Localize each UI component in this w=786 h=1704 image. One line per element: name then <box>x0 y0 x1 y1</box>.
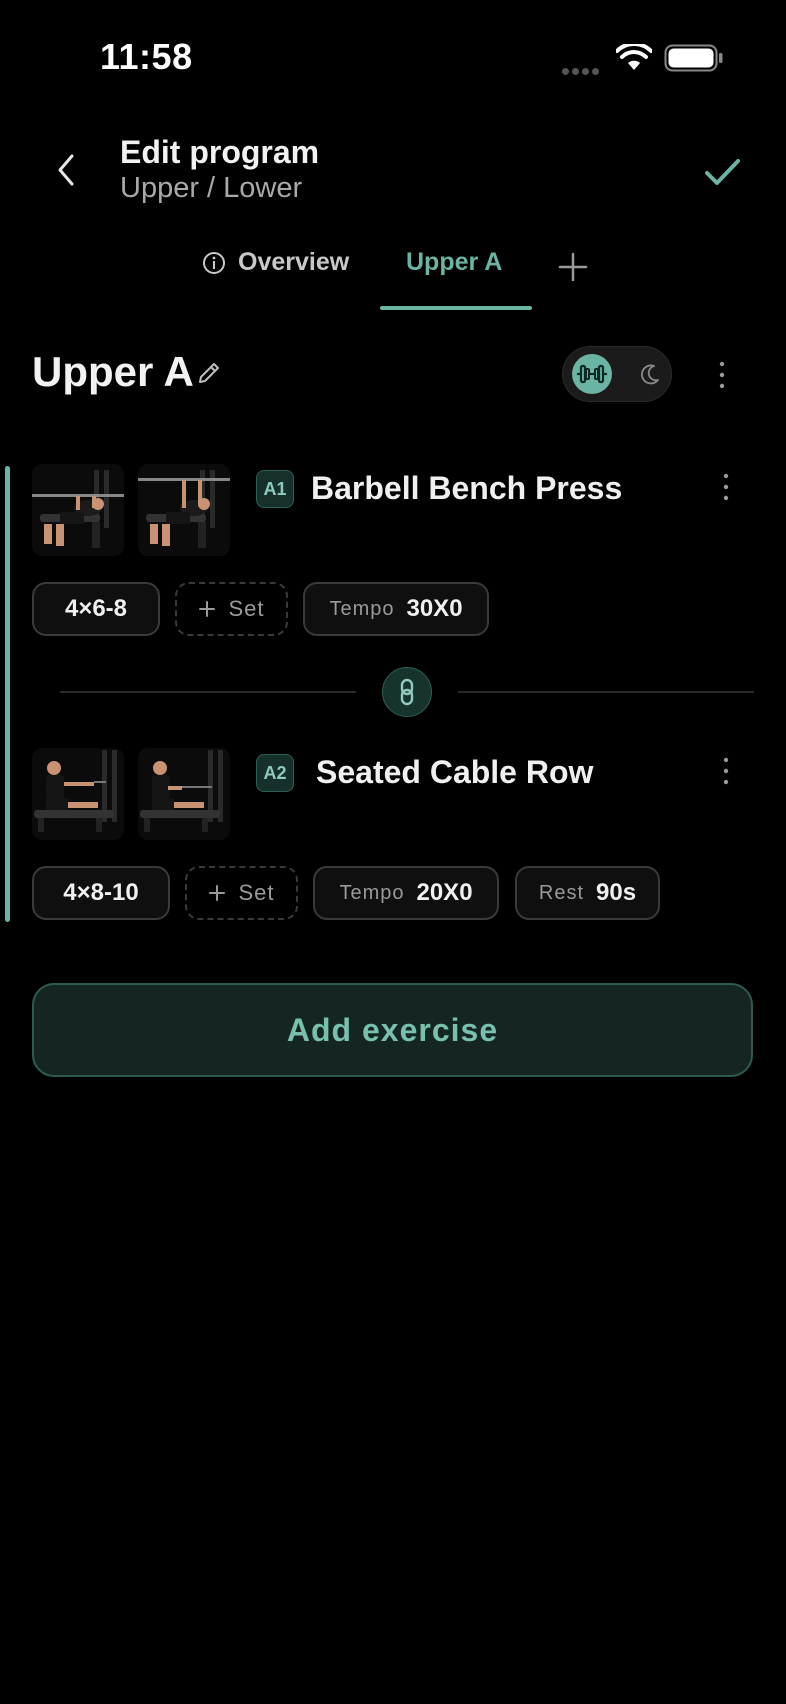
superset-indicator <box>5 466 10 922</box>
plus-icon <box>209 885 226 901</box>
tempo-value: 30X0 <box>406 595 463 622</box>
tempo-label: Tempo <box>329 597 395 620</box>
superset-link-button[interactable] <box>382 667 432 717</box>
plus-icon <box>199 601 216 617</box>
rest-chip[interactable]: Rest 90s <box>515 866 660 920</box>
tempo-label: Tempo <box>339 881 405 904</box>
tempo-chip[interactable]: Tempo 20X0 <box>313 866 499 920</box>
tab-overview-label: Overview <box>238 248 350 276</box>
tempo-value: 20X0 <box>416 879 473 906</box>
tab-upper-a[interactable]: Upper A <box>406 248 502 277</box>
exercise-thumbnail-start[interactable] <box>32 748 124 840</box>
exercise-options-kebab-icon[interactable] <box>722 756 730 786</box>
add-set-label: Set <box>238 880 275 905</box>
save-checkmark-icon[interactable] <box>702 152 742 192</box>
battery-icon <box>664 44 723 72</box>
moon-icon[interactable] <box>638 362 662 386</box>
sets-reps-chip[interactable]: 4×6-8 <box>32 582 160 636</box>
add-exercise-button[interactable]: Add exercise <box>32 983 753 1077</box>
seated-row-figure-icon <box>34 750 117 832</box>
sets-reps-value: 4×6-8 <box>64 595 128 622</box>
day-title: Upper A <box>32 348 194 395</box>
exercise-options-kebab-icon[interactable] <box>722 472 730 502</box>
sets-reps-chip[interactable]: 4×8-10 <box>32 866 170 920</box>
exercise-thumbnail-end[interactable] <box>138 748 230 840</box>
superset-divider-right <box>458 691 754 693</box>
dumbbell-icon <box>577 364 607 384</box>
link-icon <box>400 678 414 706</box>
exercise-name[interactable]: Barbell Bench Press <box>311 470 622 507</box>
active-tab-indicator <box>380 306 532 310</box>
exercise-badge: A2 <box>256 754 294 792</box>
sets-reps-value: 4×8-10 <box>63 879 139 906</box>
status-time: 11:58 <box>100 36 193 77</box>
add-set-button[interactable]: Set <box>175 582 288 636</box>
wifi-icon <box>616 44 652 70</box>
info-icon <box>203 251 225 274</box>
tab-overview[interactable]: Overview <box>202 248 349 277</box>
bench-press-figure-icon <box>138 470 230 548</box>
back-chevron-icon[interactable] <box>52 150 80 190</box>
day-options-kebab-icon[interactable] <box>718 360 726 390</box>
tempo-chip[interactable]: Tempo 30X0 <box>303 582 489 636</box>
cellular-signal-icon <box>562 62 604 75</box>
add-set-button[interactable]: Set <box>185 866 298 920</box>
exercise-badge: A1 <box>256 470 294 508</box>
program-subtitle: Upper / Lower <box>120 172 303 204</box>
exercise-thumbnail-end[interactable] <box>138 464 230 556</box>
superset-divider-left <box>60 691 356 693</box>
exercise-thumbnail-start[interactable] <box>32 464 124 556</box>
add-day-plus-icon[interactable] <box>556 250 590 284</box>
seated-row-figure-icon <box>140 750 223 832</box>
bench-press-figure-icon <box>32 470 124 548</box>
rest-value: 90s <box>596 879 637 906</box>
page-title: Edit program <box>120 134 320 170</box>
add-set-label: Set <box>228 596 265 621</box>
exercise-name[interactable]: Seated Cable Row <box>316 754 593 791</box>
workout-mode-button[interactable] <box>572 354 612 394</box>
pencil-icon[interactable] <box>196 360 222 386</box>
rest-label: Rest <box>538 881 585 904</box>
